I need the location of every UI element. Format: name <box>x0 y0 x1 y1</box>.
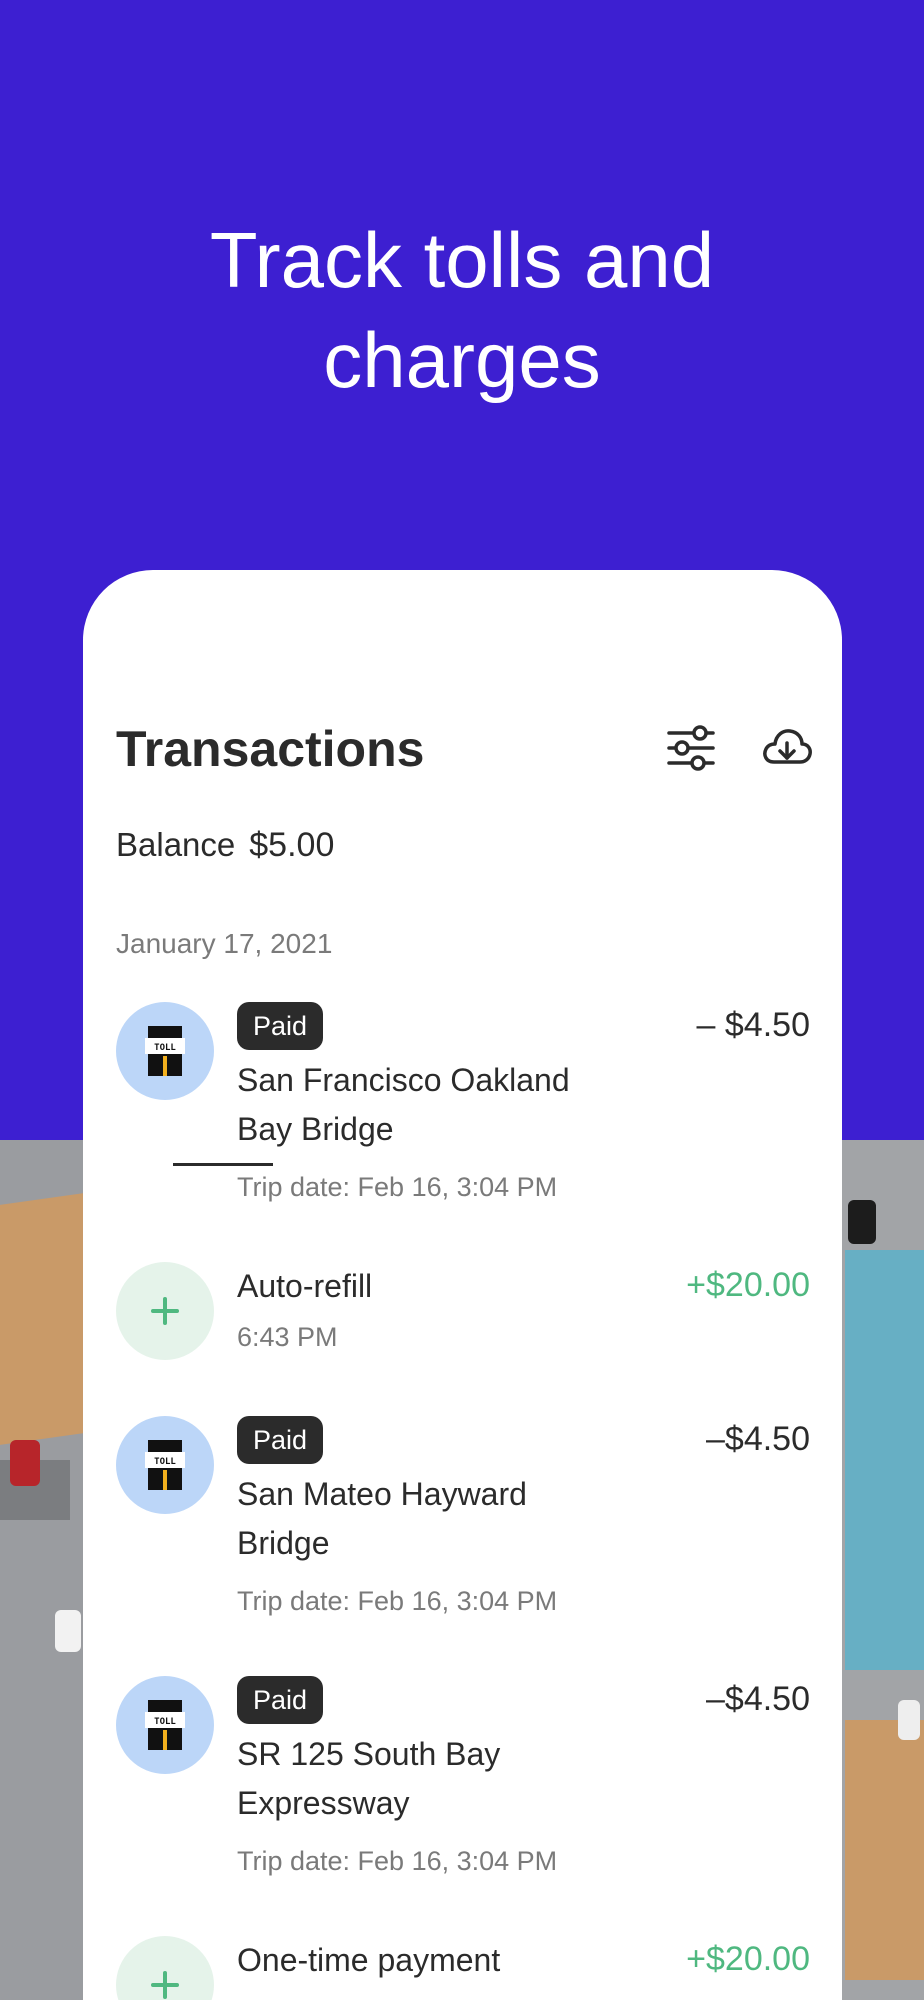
toll-icon: TOLL <box>145 1026 185 1076</box>
transaction-name: San Francisco Oakland Bay Bridge <box>237 1062 570 1147</box>
transaction-name: San Mateo Hayward Bridge <box>237 1476 527 1561</box>
toll-avatar: TOLL <box>116 1002 214 1100</box>
toll-sign-text: TOLL <box>154 1457 176 1467</box>
balance-label: Balance <box>116 826 236 863</box>
cloud-download-icon <box>763 729 812 764</box>
sliders-icon <box>667 725 715 771</box>
trip-date: Trip date: Feb 16, 3:04 PM <box>237 1172 558 1202</box>
transaction-name: SR 125 South Bay Expressway <box>237 1736 501 1821</box>
refill-avatar <box>116 1262 214 1360</box>
transaction-name: One-time payment <box>237 1942 501 1978</box>
trip-date: Trip date: Feb 16, 3:04 PM <box>237 1586 558 1616</box>
status-badge: Paid <box>237 1676 324 1724</box>
toll-icon: TOLL <box>145 1700 185 1750</box>
hero-title: Track tolls and charges <box>209 216 715 404</box>
transaction-row[interactable]: One-time payment +$20.00 <box>116 1936 810 2000</box>
date-group-header: January 17, 2021 <box>116 928 333 959</box>
toll-avatar: TOLL <box>116 1416 214 1514</box>
transaction-amount: +$20.00 <box>686 1940 810 1978</box>
transaction-row[interactable]: Auto-refill 6:43 PM +$20.00 <box>116 1262 810 1372</box>
transaction-time: 6:43 PM <box>237 1322 338 1352</box>
transaction-amount: –$4.50 <box>706 1680 810 1718</box>
toll-sign-text: TOLL <box>154 1717 176 1727</box>
toll-avatar: TOLL <box>116 1676 214 1774</box>
divider <box>173 1163 273 1166</box>
filter-button[interactable] <box>663 720 719 776</box>
status-badge: Paid <box>237 1416 324 1464</box>
balance-amount: $5.00 <box>249 826 335 864</box>
transaction-name: Auto-refill <box>237 1268 373 1304</box>
trip-date: Trip date: Feb 16, 3:04 PM <box>237 1846 558 1876</box>
transaction-amount: –$4.50 <box>706 1420 810 1458</box>
refill-avatar <box>116 1936 214 2000</box>
toll-icon: TOLL <box>145 1440 185 1490</box>
toll-sign-text: TOLL <box>154 1043 176 1053</box>
transaction-amount: +$20.00 <box>686 1266 810 1304</box>
balance: Balance $5.00 <box>116 826 334 865</box>
plus-icon <box>151 1297 179 1325</box>
page-title: Transactions <box>116 721 425 777</box>
transactions-card: Transactions Balance $5.00 January 17, 20… <box>83 570 842 2000</box>
download-button[interactable] <box>759 720 815 776</box>
transaction-row[interactable]: TOLL Paid SR 125 South Bay Expressway Tr… <box>116 1676 810 1886</box>
status-badge: Paid <box>237 1002 324 1050</box>
transaction-row[interactable]: TOLL Paid San Mateo Hayward Bridge Trip … <box>116 1416 810 1626</box>
plus-icon <box>151 1971 179 1999</box>
transaction-row[interactable]: TOLL Paid San Francisco Oakland Bay Brid… <box>116 1002 810 1202</box>
transaction-amount: – $4.50 <box>696 1006 810 1044</box>
